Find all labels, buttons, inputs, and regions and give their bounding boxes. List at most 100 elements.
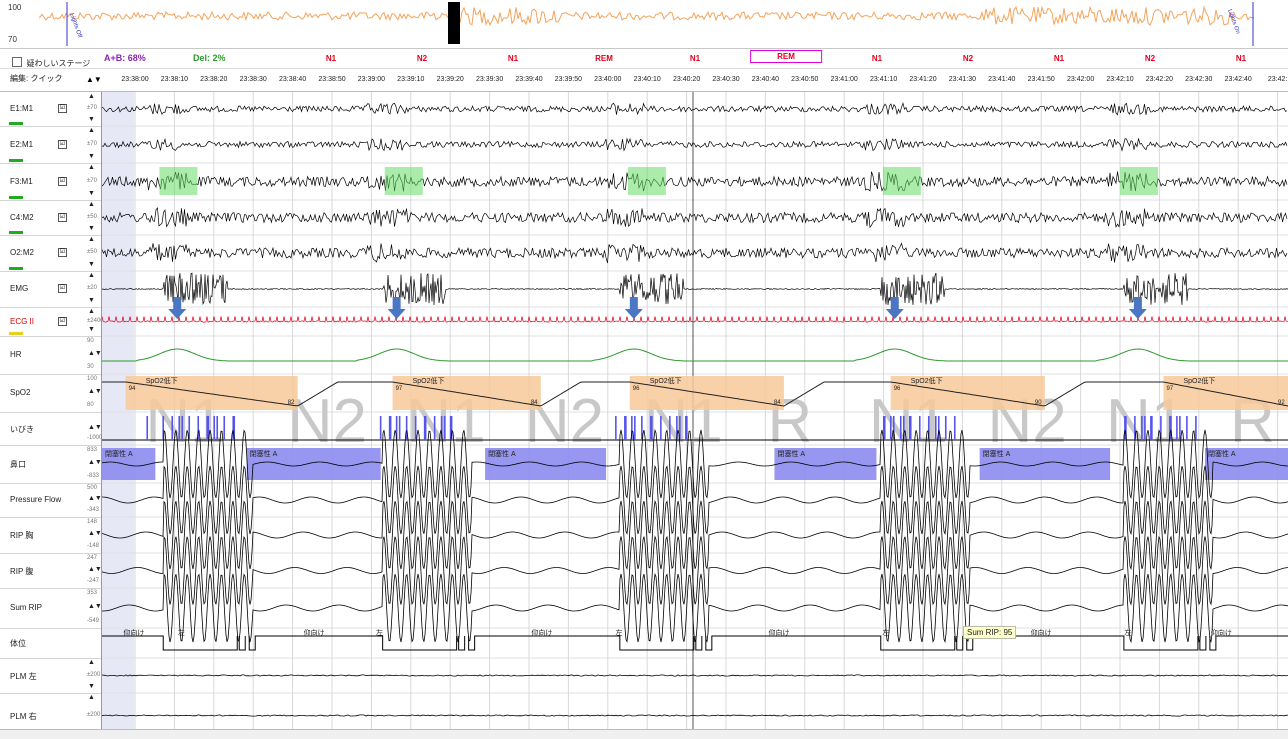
impedance-indicator bbox=[9, 159, 23, 162]
time-label: 23:38:20 bbox=[200, 76, 228, 83]
channel-label-row[interactable]: Sum RIP 353 -549 ▲▼ bbox=[0, 588, 102, 629]
spo2-value: 97 bbox=[396, 386, 403, 392]
channel-label-row[interactable]: PLM 左 ±200 ▲ ▼ bbox=[0, 658, 101, 694]
plm-trace bbox=[102, 674, 1288, 677]
ecg-trace bbox=[102, 316, 1288, 323]
gain-arrows-icon[interactable]: ▲▼ bbox=[88, 530, 102, 537]
position-label: 左 bbox=[376, 628, 383, 637]
gain-arrows-icon[interactable]: ▲▼ bbox=[88, 424, 102, 431]
channel-label-row[interactable]: O2:M2 ☑ ±50 ▲ ▼ bbox=[0, 235, 101, 272]
gain-down-icon[interactable]: ▼ bbox=[88, 297, 95, 304]
gain-down-icon[interactable]: ▼ bbox=[88, 683, 95, 690]
stage-label[interactable]: N2 bbox=[417, 54, 427, 63]
gain-down-icon[interactable]: ▼ bbox=[88, 190, 95, 197]
channel-name: E2:M1 bbox=[10, 139, 34, 149]
spindle-highlight bbox=[627, 167, 666, 195]
time-label: 23:38:00 bbox=[121, 76, 149, 83]
stage-label[interactable]: N2 bbox=[963, 54, 973, 63]
channel-label-row[interactable]: RIP 腹 247 -247 ▲▼ bbox=[0, 553, 102, 589]
channel-visible-checkbox[interactable]: ☑ bbox=[58, 284, 67, 293]
stage-label[interactable]: N2 bbox=[1145, 54, 1155, 63]
gain-up-icon[interactable]: ▲ bbox=[88, 127, 95, 134]
time-label: 23:42:00 bbox=[1066, 76, 1095, 83]
stage-label[interactable]: N1 bbox=[1236, 54, 1246, 63]
position-label: 左 bbox=[1124, 628, 1131, 637]
gain-up-icon[interactable]: ▲ bbox=[88, 308, 95, 315]
gain-up-icon[interactable]: ▲ bbox=[88, 272, 95, 279]
gain-up-icon[interactable]: ▲ bbox=[88, 164, 95, 171]
channel-visible-checkbox[interactable]: ☑ bbox=[58, 104, 67, 113]
gain-up-icon[interactable]: ▲ bbox=[88, 93, 95, 100]
stage-label[interactable]: N1 bbox=[508, 54, 518, 63]
channel-label-row[interactable]: EMG ☑ ±20 ▲ ▼ bbox=[0, 271, 101, 308]
impedance-indicator bbox=[9, 231, 23, 234]
stage-label[interactable]: N1 bbox=[690, 54, 700, 63]
channel-scale: ±50 bbox=[87, 213, 97, 220]
del-percent: Del: 2% bbox=[193, 53, 226, 63]
gain-arrows-icon[interactable]: ▲▼ bbox=[88, 495, 102, 502]
channel-visible-checkbox[interactable]: ☑ bbox=[58, 139, 67, 149]
channel-visible-checkbox[interactable]: ☑ bbox=[58, 316, 67, 326]
gain-down-icon[interactable]: ▼ bbox=[88, 261, 95, 268]
gain-down-icon[interactable]: ▼ bbox=[88, 116, 95, 123]
channel-name: HR bbox=[10, 350, 22, 359]
gain-up-icon[interactable]: ▲ bbox=[88, 201, 95, 208]
overview-current-window bbox=[448, 2, 460, 44]
channel-label-row[interactable]: HR 90 30 ▲▼ bbox=[0, 336, 102, 375]
selection-shade bbox=[102, 92, 134, 738]
stage-label[interactable]: REM bbox=[750, 50, 822, 63]
gain-down-icon[interactable]: ▼ bbox=[88, 225, 95, 232]
gain-up-icon[interactable]: ▲ bbox=[88, 236, 95, 243]
gain-arrows-icon[interactable]: ▲▼ bbox=[88, 459, 102, 466]
channel-name: Pressure Flow bbox=[10, 495, 62, 504]
gain-up-icon[interactable]: ▲ bbox=[88, 659, 95, 666]
channel-label-row[interactable]: いびき -1000 ▲▼ bbox=[0, 412, 102, 446]
channel-label-row[interactable]: C4:M2 ☑ ±50 ▲ ▼ bbox=[0, 200, 101, 236]
channel-scale-bottom: -343 bbox=[87, 507, 100, 513]
gain-arrows-icon[interactable]: ▲▼ bbox=[88, 566, 102, 573]
overview-strip[interactable]: 100 70 Lights Off Lights On bbox=[0, 0, 1288, 49]
channel-label-row[interactable]: 鼻口 833 -833 ▲▼ bbox=[0, 445, 102, 484]
channel-label-row[interactable]: RIP 胸 148 -148 ▲▼ bbox=[0, 517, 102, 554]
spo2-event-label: SpO2低下 bbox=[1183, 376, 1215, 385]
channel-label-row[interactable]: E2:M1 ☑ ±70 ▲ ▼ bbox=[0, 126, 101, 164]
channel-visible-checkbox[interactable]: ☑ bbox=[58, 248, 67, 257]
time-label: 23:41:20 bbox=[909, 76, 937, 83]
stage-label[interactable]: REM bbox=[595, 54, 613, 63]
channel-scale-top: 500 bbox=[87, 485, 98, 491]
channel-label-row[interactable]: ECG II ☑ ±2400 ▲ ▼ bbox=[0, 307, 104, 337]
position-label: 仰向け bbox=[304, 628, 325, 637]
time-label: 23:41:30 bbox=[948, 76, 977, 83]
gain-down-icon[interactable]: ▼ bbox=[88, 326, 95, 333]
edit-mode-label[interactable]: 編集: クイック bbox=[10, 73, 62, 84]
channel-label-row[interactable]: 体位 bbox=[0, 628, 101, 659]
doubtful-stage-checkbox[interactable] bbox=[12, 56, 22, 67]
time-label: 23:41:50 bbox=[1027, 76, 1055, 83]
stage-label[interactable]: N1 bbox=[326, 54, 336, 63]
channel-name: ECG II bbox=[10, 316, 35, 326]
stage-label[interactable]: N1 bbox=[1054, 54, 1064, 63]
time-label: 23:39:20 bbox=[436, 76, 464, 83]
gain-up-icon[interactable]: ▲ bbox=[88, 694, 95, 701]
stage-header: 疑わしいステージ A+B: 68% Del: 2% N1 N2 N1 REM N1 REM… bbox=[0, 50, 1288, 69]
time-label: 23:38:50 bbox=[318, 76, 346, 83]
channel-label-row[interactable]: E1:M1 ☑ ±70 ▲ ▼ bbox=[0, 92, 101, 127]
gain-arrows-icon[interactable]: ▲▼ bbox=[88, 388, 102, 395]
apnea-event-label: 閉塞性 A bbox=[488, 449, 516, 458]
channel-visible-checkbox[interactable]: ☑ bbox=[58, 212, 67, 222]
gain-arrows-icon[interactable]: ▲▼ bbox=[88, 350, 102, 357]
apnea-event-label: 閉塞性 A bbox=[105, 449, 133, 458]
channel-label-row[interactable]: SpO2 100 80 ▲▼ bbox=[0, 374, 102, 413]
gain-down-icon[interactable]: ▼ bbox=[88, 153, 95, 160]
spo2-event-label: SpO2低下 bbox=[650, 376, 682, 385]
time-label: 23:42:20 bbox=[1145, 76, 1174, 83]
signal-plot-area[interactable]: N1N2N1N2N1RN1N2N1RSpO2低下9482SpO2低下9784Sp… bbox=[102, 92, 1288, 738]
overview-trace[interactable]: Lights Off Lights On bbox=[0, 0, 1288, 48]
stage-label[interactable]: N1 bbox=[872, 54, 882, 63]
channel-label-row[interactable]: F3:M1 ☑ ±70 ▲ ▼ bbox=[0, 163, 101, 201]
channel-visible-checkbox[interactable]: ☑ bbox=[58, 176, 67, 186]
channel-label-row[interactable]: Pressure Flow 500 -343 ▲▼ bbox=[0, 483, 102, 518]
eeg-trace bbox=[102, 171, 1288, 192]
gain-arrows-icon[interactable]: ▲▼ bbox=[88, 603, 102, 610]
scroll-arrows-icon[interactable]: ▲▼ bbox=[86, 75, 102, 84]
